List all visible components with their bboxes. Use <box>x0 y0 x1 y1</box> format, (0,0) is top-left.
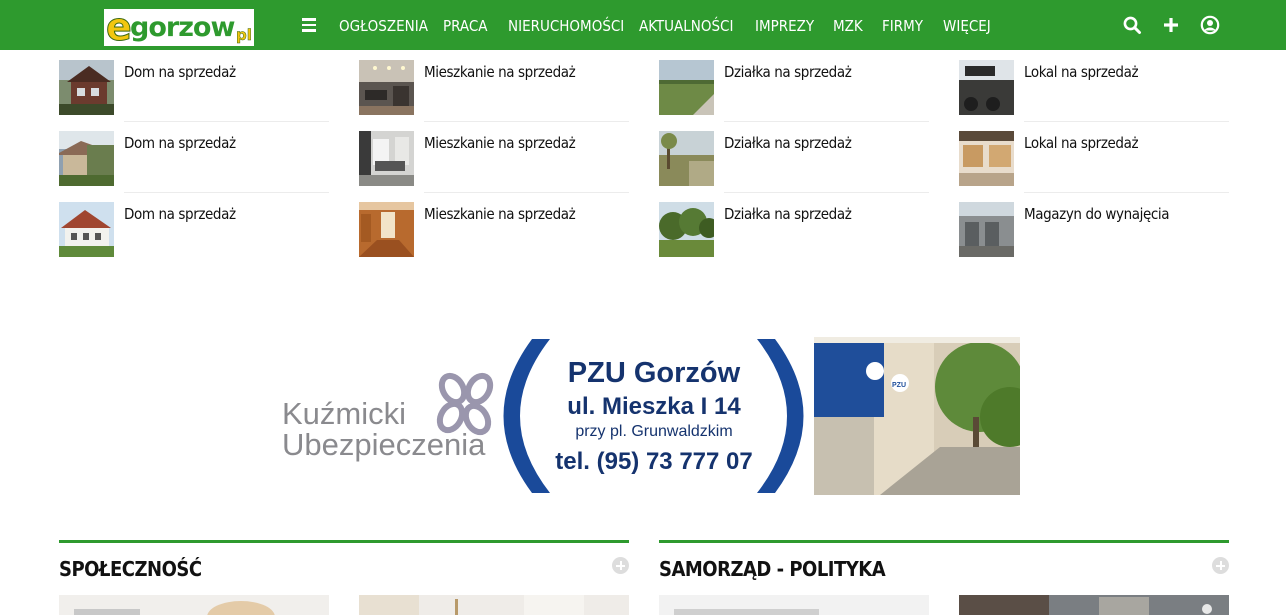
plus-circle-icon[interactable] <box>1212 557 1229 574</box>
article-card-image[interactable] <box>959 595 1229 615</box>
top-nav-bar: e gorzow pl OGŁOSZENIA PRACA NIERUCHOMOŚ… <box>0 0 1286 50</box>
nav-item-mzk[interactable]: MZK <box>833 17 863 35</box>
divider <box>1024 121 1229 122</box>
listing-item[interactable]: Działka na sprzedaż <box>659 60 929 131</box>
listing-title[interactable]: Mieszkanie na sprzedaż <box>424 205 576 223</box>
listing-column-commercial: Lokal na sprzedaż Lokal na sprzedaż Maga… <box>959 60 1229 273</box>
listing-photo <box>359 131 414 186</box>
listing-item[interactable]: Dom na sprzedaż <box>59 202 329 273</box>
listing-item[interactable]: Dom na sprzedaż <box>59 60 329 131</box>
listing-photo <box>659 60 714 115</box>
listing-column-plots: Działka na sprzedaż Działka na sprzedaż … <box>659 60 929 273</box>
listing-photo <box>59 202 114 257</box>
listing-title[interactable]: Działka na sprzedaż <box>724 205 852 223</box>
listing-item[interactable]: Działka na sprzedaż <box>659 131 929 202</box>
divider <box>724 192 929 193</box>
section-bar <box>59 540 629 543</box>
listing-title[interactable]: Magazyn do wynajęcia <box>1024 205 1170 223</box>
ad-phone: tel. (95) 73 777 07 <box>555 448 752 475</box>
site-logo[interactable]: e gorzow pl <box>104 5 254 50</box>
section-heading[interactable]: SAMORZĄD - POLITYKA <box>659 557 886 581</box>
ad-headline: PZU Gorzów <box>568 357 741 389</box>
listing-photo <box>59 131 114 186</box>
logo-wordmark: gorzow <box>130 12 235 43</box>
section-heading[interactable]: SPOŁECZNOŚĆ <box>59 557 202 581</box>
divider <box>424 192 629 193</box>
listing-title[interactable]: Działka na sprzedaż <box>724 134 852 152</box>
hamburger-icon[interactable] <box>302 18 316 32</box>
listing-title[interactable]: Dom na sprzedaż <box>124 134 236 152</box>
ad-brand-line1: Kuźmicki <box>282 396 406 431</box>
listing-photo <box>359 60 414 115</box>
listing-item[interactable]: Działka na sprzedaż <box>659 202 929 273</box>
nav-item-aktualnosci[interactable]: AKTUALNOŚCI <box>639 17 733 35</box>
section-spolecznosc: SPOŁECZNOŚĆ <box>59 540 629 615</box>
divider <box>124 121 329 122</box>
divider <box>1024 192 1229 193</box>
plus-icon[interactable] <box>1160 14 1182 36</box>
divider <box>424 121 629 122</box>
ad-street-photo: PZU <box>814 337 1020 495</box>
nav-item-imprezy[interactable]: IMPREZY <box>755 17 814 35</box>
listing-photo <box>659 131 714 186</box>
ad-near: przy pl. Grunwaldzkim <box>575 423 732 440</box>
listing-item[interactable]: Dom na sprzedaż <box>59 131 329 202</box>
listing-item[interactable]: Mieszkanie na sprzedaż <box>359 60 629 131</box>
listing-photo <box>959 60 1014 115</box>
listing-title[interactable]: Mieszkanie na sprzedaż <box>424 63 576 81</box>
ad-banner-pzu[interactable]: Kuźmicki Ubezpieczenia PZU Gorzów ul. Mi… <box>280 337 1020 495</box>
ad-sign-text: PZU <box>892 382 906 389</box>
listing-item[interactable]: Mieszkanie na sprzedaż <box>359 131 629 202</box>
listing-item[interactable]: Lokal na sprzedaż <box>959 60 1229 131</box>
nav-item-praca[interactable]: PRACA <box>443 17 488 35</box>
listing-title[interactable]: Dom na sprzedaż <box>124 205 236 223</box>
listing-photo <box>359 202 414 257</box>
section-samorzad-polityka: SAMORZĄD - POLITYKA <box>659 540 1229 615</box>
ad-address: ul. Mieszka I 14 <box>567 393 741 420</box>
logo-letter-e: e <box>106 5 133 50</box>
nav-item-ogloszenia[interactable]: OGŁOSZENIA <box>339 17 428 35</box>
user-icon[interactable] <box>1199 14 1221 36</box>
listing-item[interactable]: Mieszkanie na sprzedaż <box>359 202 629 273</box>
article-card-image[interactable] <box>659 595 929 615</box>
listing-photo <box>959 131 1014 186</box>
nav-item-wiecej[interactable]: WIĘCEJ <box>943 17 991 35</box>
listing-photo <box>59 60 114 115</box>
article-card-image[interactable] <box>359 595 629 615</box>
search-icon[interactable] <box>1121 14 1143 36</box>
section-bar <box>659 540 1229 543</box>
nav-item-firmy[interactable]: FIRMY <box>882 17 923 35</box>
listing-item[interactable]: Lokal na sprzedaż <box>959 131 1229 202</box>
listing-title[interactable]: Mieszkanie na sprzedaż <box>424 134 576 152</box>
divider <box>124 192 329 193</box>
listing-title[interactable]: Lokal na sprzedaż <box>1024 134 1139 152</box>
listing-title[interactable]: Dom na sprzedaż <box>124 63 236 81</box>
nav-item-nieruchomosci[interactable]: NIERUCHOMOŚCI <box>508 17 624 35</box>
listing-title[interactable]: Działka na sprzedaż <box>724 63 852 81</box>
listing-column-apartments: Mieszkanie na sprzedaż Mieszkanie na spr… <box>359 60 629 273</box>
plus-circle-icon[interactable] <box>612 557 629 574</box>
divider <box>724 121 929 122</box>
listing-photo <box>659 202 714 257</box>
listing-photo <box>959 202 1014 257</box>
listing-title[interactable]: Lokal na sprzedaż <box>1024 63 1139 81</box>
listing-column-houses: Dom na sprzedaż Dom na sprzedaż Dom na s… <box>59 60 329 273</box>
listing-item[interactable]: Magazyn do wynajęcia <box>959 202 1229 273</box>
article-card-image[interactable] <box>59 595 329 615</box>
logo-tld: pl <box>236 26 252 45</box>
ad-brand-line2: Ubezpieczenia <box>282 427 486 462</box>
